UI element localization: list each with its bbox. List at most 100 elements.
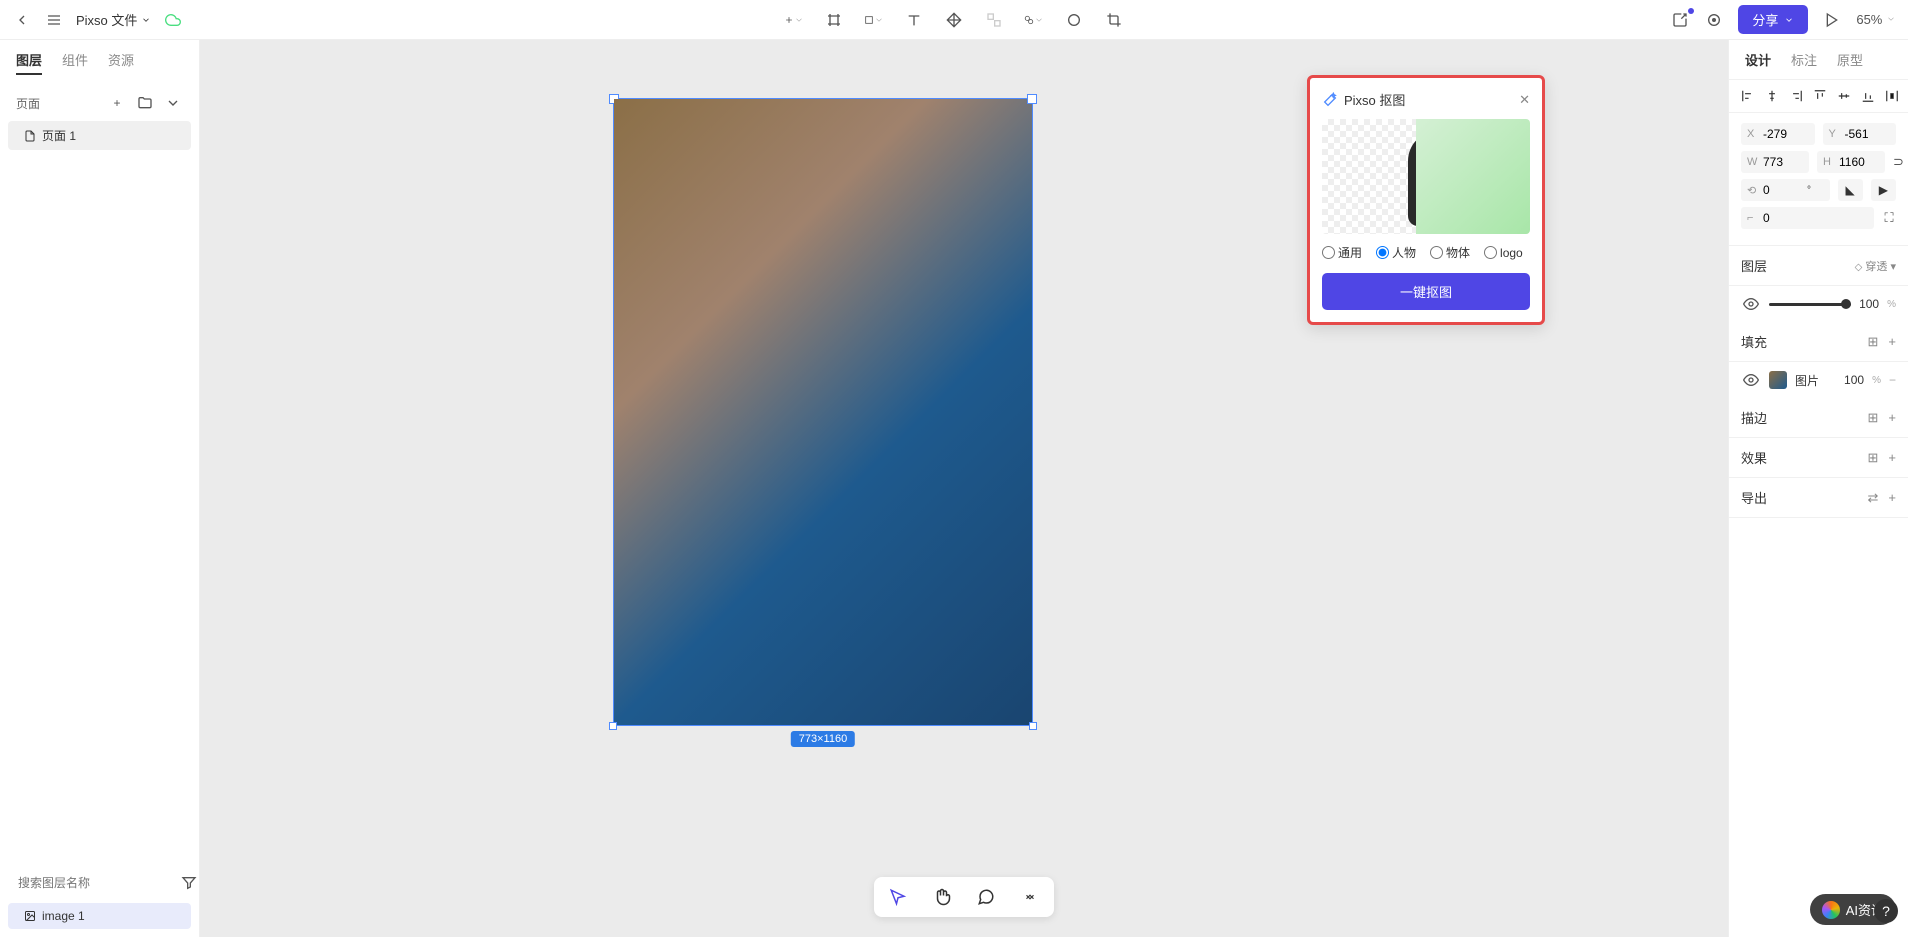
blend-mode[interactable]: ◇ 穿透 ▾ [1855,258,1896,274]
tab-components[interactable]: 组件 [62,50,88,75]
rotation-input[interactable] [1763,183,1803,197]
visibility-icon[interactable] [1741,294,1761,314]
search-input[interactable] [18,876,173,890]
radio-person[interactable]: 人物 [1376,244,1416,261]
selected-image[interactable]: 773×1160 [613,98,1033,726]
resize-handle-bl[interactable] [609,722,617,730]
filter-icon[interactable] [179,873,199,893]
align-left-icon[interactable] [1741,88,1755,104]
layer-item[interactable]: image 1 [8,903,191,929]
h-input[interactable] [1839,155,1879,169]
menu-icon[interactable] [44,10,64,30]
zoom-dropdown[interactable]: 65% [1856,12,1896,27]
boolean-icon[interactable] [1024,10,1044,30]
fill-row: 图片 100% − [1729,362,1908,398]
rotation-field[interactable]: ⟲° [1741,179,1830,201]
align-bottom-icon[interactable] [1861,88,1875,104]
back-icon[interactable] [12,10,32,30]
file-name-dropdown[interactable]: Pixso 文件 [76,10,151,29]
chevron-down-icon [1886,14,1896,24]
stroke-style-icon[interactable]: ⊞ [1868,410,1879,426]
effect-style-icon[interactable]: ⊞ [1868,450,1879,466]
component-icon[interactable] [984,10,1004,30]
page-item[interactable]: 页面 1 [8,121,191,150]
flip-v[interactable]: ▶ [1871,179,1896,201]
tab-layers[interactable]: 图层 [16,50,42,75]
h-field[interactable]: H [1817,151,1885,173]
hand-tool[interactable] [930,885,954,909]
help-button[interactable]: ? [1874,899,1898,923]
radio-object[interactable]: 物体 [1430,244,1470,261]
chevron-down-icon [141,15,151,25]
popup-title: Pixso 抠图 [1344,90,1405,109]
tab-prototype[interactable]: 原型 [1837,50,1863,69]
move-icon[interactable] [944,10,964,30]
radius-input[interactable] [1763,211,1803,225]
popup-radio-group: 通用 人物 物体 logo [1322,244,1530,261]
shape-icon[interactable] [864,10,884,30]
opacity-slider[interactable] [1769,303,1851,306]
add-effect-icon[interactable]: + [1888,450,1896,466]
y-field[interactable]: Y [1823,123,1897,145]
export-icon[interactable] [1670,10,1690,30]
align-right-icon[interactable] [1789,88,1803,104]
popup-header: Pixso 抠图 ✕ [1322,90,1530,109]
radio-logo[interactable]: logo [1484,244,1523,261]
fill-visibility-icon[interactable] [1741,370,1761,390]
pointer-tool[interactable] [886,885,910,909]
w-input[interactable] [1763,155,1803,169]
radius-field[interactable]: ⌐ [1741,207,1874,229]
top-toolbar: Pixso 文件 分享 65% [0,0,1908,40]
share-button[interactable]: 分享 [1738,5,1808,34]
align-center-h-icon[interactable] [1765,88,1779,104]
lock-aspect-icon[interactable]: ⊃ [1893,152,1904,172]
comment-tool[interactable] [974,885,998,909]
fill-opacity[interactable]: 100 [1844,373,1864,387]
flip-h[interactable]: ◣ [1838,179,1863,201]
opacity-value[interactable]: 100 [1859,297,1879,311]
top-right-group: 分享 65% [1670,5,1896,34]
w-field[interactable]: W [1741,151,1809,173]
cutout-button[interactable]: 一键抠图 [1322,273,1530,310]
circle-icon[interactable] [1064,10,1084,30]
align-top-icon[interactable] [1813,88,1827,104]
x-input[interactable] [1763,127,1803,141]
close-icon[interactable]: ✕ [1519,92,1530,108]
fill-swatch[interactable] [1769,371,1787,389]
preview-figure [1408,131,1468,226]
fill-type[interactable]: 图片 [1795,372,1819,389]
add-export-icon[interactable]: + [1888,490,1896,506]
frame-icon[interactable] [824,10,844,30]
add-fill-icon[interactable]: + [1888,334,1896,350]
opacity-row: 100% [1729,286,1908,322]
y-input[interactable] [1845,127,1885,141]
text-icon[interactable] [904,10,924,30]
fill-style-icon[interactable]: ⊞ [1868,334,1879,350]
add-icon[interactable] [784,10,804,30]
folder-icon[interactable] [135,93,155,113]
align-center-v-icon[interactable] [1837,88,1851,104]
remove-fill-icon[interactable]: − [1889,373,1896,387]
expand-radius-icon[interactable]: ⛶ [1882,208,1896,228]
bottom-toolbar [874,877,1054,917]
add-stroke-icon[interactable]: + [1888,410,1896,426]
tab-design[interactable]: 设计 [1745,50,1771,69]
canvas[interactable]: 773×1160 Pixso 抠图 ✕ 通用 人物 物体 logo [200,40,1728,937]
x-field[interactable]: X [1741,123,1815,145]
export-settings-icon[interactable]: ⇄ [1868,490,1879,506]
collapse-icon[interactable] [163,93,183,113]
page-name: 页面 1 [42,127,76,144]
cloud-sync-icon[interactable] [163,10,183,30]
distribute-icon[interactable] [1885,88,1899,104]
resize-handle-br[interactable] [1029,722,1037,730]
crop-icon[interactable] [1104,10,1124,30]
location-icon[interactable] [1704,10,1724,30]
tab-inspect[interactable]: 标注 [1791,50,1817,69]
play-icon[interactable] [1822,10,1842,30]
left-panel: 图层 组件 资源 页面 + 页面 1 image [0,40,200,937]
radio-general[interactable]: 通用 [1322,244,1362,261]
add-page-icon[interactable]: + [107,93,127,113]
stroke-label: 描边 [1741,408,1767,427]
more-tools[interactable] [1018,885,1042,909]
tab-assets[interactable]: 资源 [108,50,134,75]
